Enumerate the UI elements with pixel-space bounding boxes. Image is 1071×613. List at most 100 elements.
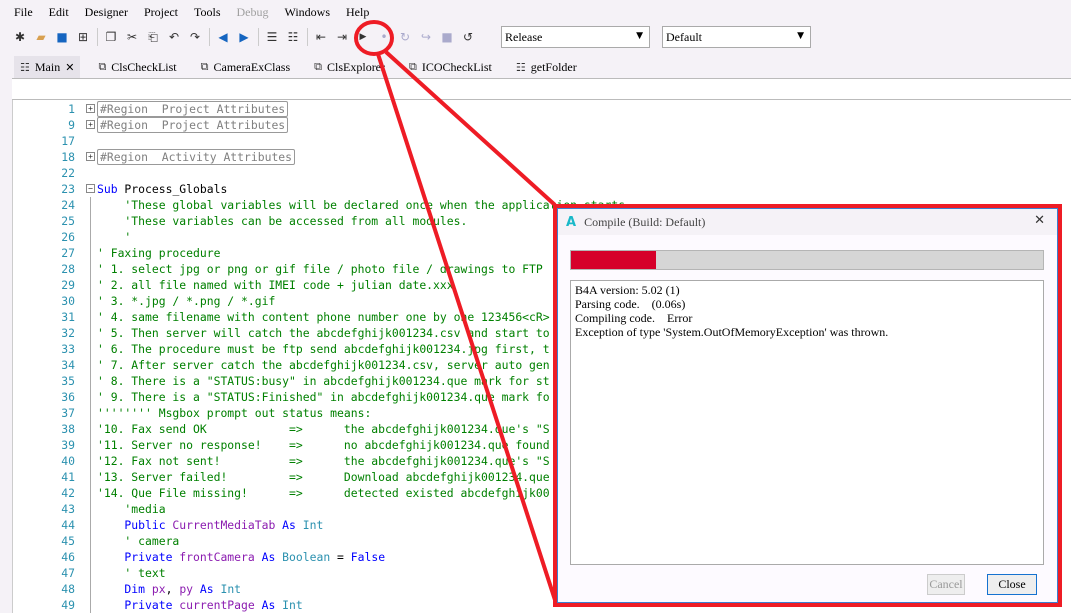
- code-token: ' Faxing procedure: [97, 246, 221, 260]
- cut-icon[interactable]: ✂: [122, 27, 142, 47]
- cancel-button[interactable]: Cancel: [927, 574, 965, 595]
- paste-icon[interactable]: ⎗: [143, 27, 163, 47]
- code-line: ' Faxing procedure: [97, 245, 220, 261]
- build-target-select[interactable]: Default ▼: [662, 26, 811, 48]
- sub-selector-bar[interactable]: [12, 78, 1071, 100]
- fold-guide: [90, 197, 91, 613]
- code-token: '11. Server no response! => no abcdefghi…: [97, 438, 550, 452]
- toolbar: ✱ ▰ ■ ⊞ ❐ ✂ ⎗ ↶ ↷ ◀ ▶ ☰ ☷ ⇤ ⇥ ▶ • ↻ ↪ ■ …: [10, 25, 479, 49]
- menu-project[interactable]: Project: [144, 5, 178, 20]
- log-line: Compiling code. Error: [575, 311, 693, 325]
- line-number: 32: [61, 326, 75, 340]
- menu-designer[interactable]: Designer: [85, 5, 128, 20]
- line-number: 1: [68, 102, 75, 116]
- code-token: As: [254, 598, 276, 612]
- code-token: '13. Server failed! => Download abcdefgh…: [97, 470, 550, 484]
- code-token: Int: [275, 598, 303, 612]
- indent-icon[interactable]: ⇥: [332, 27, 352, 47]
- comment-icon[interactable]: ☰: [262, 27, 282, 47]
- code-line: Private frontCamera As Boolean = False: [97, 549, 385, 565]
- editor-tabs: ☷ Main ✕ ⧉ ClsCheckList ⧉ CameraExClass ⧉ Cls…: [14, 56, 595, 78]
- line-number: 37: [61, 406, 75, 420]
- new-file-icon[interactable]: ✱: [10, 27, 30, 47]
- menu-help[interactable]: Help: [346, 5, 369, 20]
- line-number: 27: [61, 246, 75, 260]
- code-line: '13. Server failed! => Download abcdefgh…: [97, 469, 550, 485]
- tab-clsexplorer[interactable]: ⧉ ClsExplorer: [308, 56, 391, 78]
- back-icon[interactable]: ◀: [213, 27, 233, 47]
- code-token: ' 2. all file named with IMEI code + jul…: [97, 278, 454, 292]
- line-number: 38: [61, 422, 75, 436]
- line-number: 48: [61, 582, 75, 596]
- line-number: 40: [61, 454, 75, 468]
- tab-clschecklist[interactable]: ⧉ ClsCheckList: [92, 56, 182, 78]
- step-icon[interactable]: •: [374, 27, 394, 47]
- code-token: Private: [97, 550, 173, 564]
- code-token: ' 8. There is a "STATUS:busy" in abcdefg…: [97, 374, 550, 388]
- code-token: currentPage: [172, 598, 255, 612]
- expand-icon[interactable]: +: [86, 152, 95, 161]
- code-token: '14. Que File missing! => detected exist…: [97, 486, 550, 500]
- region-block[interactable]: #Region Project Attributes: [97, 117, 289, 133]
- menu-tools[interactable]: Tools: [194, 5, 221, 20]
- undo-icon[interactable]: ↶: [164, 27, 184, 47]
- restart-icon[interactable]: ↺: [458, 27, 478, 47]
- save-icon[interactable]: ■: [52, 27, 72, 47]
- code-token: '12. Fax not sent! => the abcdefghijk001…: [97, 454, 550, 468]
- code-token: Process_Globals: [117, 182, 228, 196]
- step-into-icon[interactable]: ↻: [395, 27, 415, 47]
- forward-icon[interactable]: ▶: [234, 27, 254, 47]
- line-number: 22: [61, 166, 75, 180]
- code-token: Public: [97, 518, 166, 532]
- code-token: 'These global variables will be declared…: [97, 198, 632, 212]
- compile-dialog: A Compile (Build: Default) ✕ B4A version:…: [557, 208, 1058, 603]
- code-line: 'media: [97, 501, 165, 517]
- line-number: 29: [61, 278, 75, 292]
- code-token: As: [254, 550, 276, 564]
- code-token: ' 4. same filename with content phone nu…: [97, 310, 550, 324]
- close-icon[interactable]: ✕: [1034, 213, 1045, 228]
- menu-file[interactable]: File: [14, 5, 33, 20]
- code-line: ' 3. *.jpg / *.png / *.gif: [97, 293, 275, 309]
- menu-windows[interactable]: Windows: [285, 5, 331, 20]
- toolbar-separator: [307, 28, 308, 46]
- expand-icon[interactable]: +: [86, 120, 95, 129]
- outdent-icon[interactable]: ⇤: [311, 27, 331, 47]
- redo-icon[interactable]: ↷: [185, 27, 205, 47]
- collapse-icon[interactable]: −: [86, 184, 95, 193]
- line-number: 47: [61, 566, 75, 580]
- log-line: Parsing code. (0.06s): [575, 297, 686, 311]
- close-button[interactable]: Close: [987, 574, 1037, 595]
- build-config-select[interactable]: Release ▼: [501, 26, 650, 48]
- save-all-icon[interactable]: ⊞: [73, 27, 93, 47]
- open-folder-icon[interactable]: ▰: [31, 27, 51, 47]
- code-line: 'These variables can be accessed from al…: [97, 213, 467, 229]
- region-block[interactable]: #Region Activity Attributes: [97, 149, 296, 165]
- code-token: =: [330, 550, 351, 564]
- class-icon: ⧉: [200, 60, 209, 73]
- compile-log[interactable]: B4A version: 5.02 (1) Parsing code. (0.0…: [570, 280, 1044, 565]
- tab-main[interactable]: ☷ Main ✕: [14, 56, 81, 78]
- tab-icochecklist[interactable]: ⧉ ICOCheckList: [403, 56, 498, 78]
- line-number: 25: [61, 214, 75, 228]
- code-token: '10. Fax send OK => the abcdefghijk00123…: [97, 422, 550, 436]
- dialog-title: Compile (Build: Default): [584, 214, 706, 229]
- code-line: ' 6. The procedure must be ftp send abcd…: [97, 341, 550, 357]
- copy-icon[interactable]: ❐: [101, 27, 121, 47]
- line-number: 44: [61, 518, 75, 532]
- tab-getfolder[interactable]: ☷ getFolder: [510, 56, 583, 78]
- code-token: Sub: [97, 182, 118, 196]
- menu-debug[interactable]: Debug: [237, 5, 269, 20]
- expand-icon[interactable]: +: [86, 104, 95, 113]
- line-number: 39: [61, 438, 75, 452]
- close-icon[interactable]: ✕: [65, 61, 74, 74]
- stop-icon[interactable]: ■: [437, 27, 457, 47]
- run-icon[interactable]: ▶: [353, 27, 373, 47]
- menu-edit[interactable]: Edit: [49, 5, 69, 20]
- tab-cameraexclass[interactable]: ⧉ CameraExClass: [195, 56, 297, 78]
- code-line: Dim px, py As Int: [97, 581, 241, 597]
- code-line: ' 1. select jpg or png or gif file / pho…: [97, 261, 543, 277]
- uncomment-icon[interactable]: ☷: [283, 27, 303, 47]
- region-block[interactable]: #Region Project Attributes: [97, 101, 289, 117]
- step-over-icon[interactable]: ↪: [416, 27, 436, 47]
